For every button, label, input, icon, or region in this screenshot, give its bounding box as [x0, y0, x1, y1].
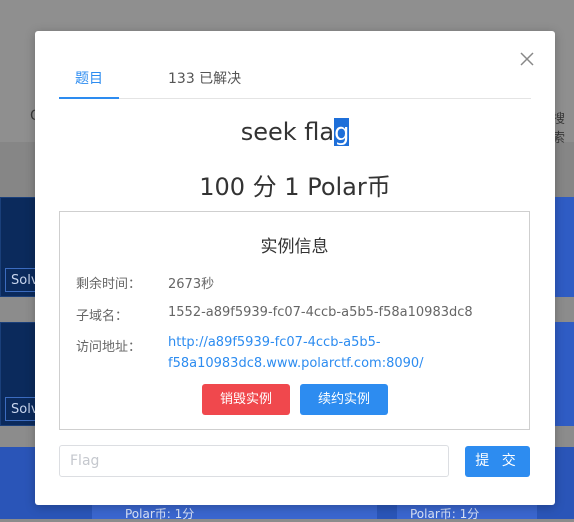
remaining-time-label: 剩余时间： [76, 277, 142, 292]
access-address-line: http://a89f5939-fc07-4ccb-a5b5- [168, 335, 381, 350]
background-challenge-card: Solv [0, 197, 47, 297]
access-address-label: 访问地址： [76, 340, 142, 355]
challenge-score: 100 分 1 Polar币 [199, 173, 391, 201]
tab-solved[interactable]: 133 已解决 [168, 68, 241, 98]
background-card-edge [555, 322, 574, 426]
challenge-title-selection: g [334, 118, 350, 146]
subdomain-value: 1552-a89f5939-fc07-4ccb-a5b5-f58a10983dc… [168, 305, 473, 320]
background-search-label: 搜索 [552, 112, 566, 146]
background-card-points: Polar币: 1分 [125, 507, 195, 521]
subdomain-label: 子域名： [76, 309, 129, 324]
challenge-title: seek flag [35, 118, 555, 146]
tab-challenge[interactable]: 题目 [75, 68, 103, 98]
destroy-instance-button[interactable]: 销毁实例 [202, 384, 290, 415]
flag-input[interactable] [59, 445, 449, 477]
background-card-points: Polar币: 1分 [410, 507, 480, 521]
challenge-modal: 题目 133 已解决 seek flag 100 分 1 Polar币 实例信息… [35, 31, 555, 505]
instance-info-panel: 实例信息 剩余时间： 2673秒 子域名： 1552-a89f5939-fc07… [59, 211, 530, 430]
access-address-line: f58a10983dc8.www.polarctf.com:8090/ [168, 356, 424, 371]
submit-button[interactable]: 提 交 [465, 446, 530, 477]
instance-info-heading: 实例信息 [260, 237, 329, 257]
background-challenge-card: Solv [0, 322, 47, 426]
active-tab-indicator [59, 97, 119, 99]
background-card-edge [555, 197, 574, 297]
renew-instance-button[interactable]: 续约实例 [300, 384, 388, 415]
close-icon[interactable] [517, 49, 537, 69]
access-address-link[interactable]: http://a89f5939-fc07-4ccb-a5b5- f58a1098… [168, 332, 468, 374]
challenge-title-text: seek fla [240, 118, 335, 146]
modal-tabs: 题目 133 已解决 [59, 68, 531, 99]
remaining-time-value: 2673秒 [168, 277, 215, 292]
